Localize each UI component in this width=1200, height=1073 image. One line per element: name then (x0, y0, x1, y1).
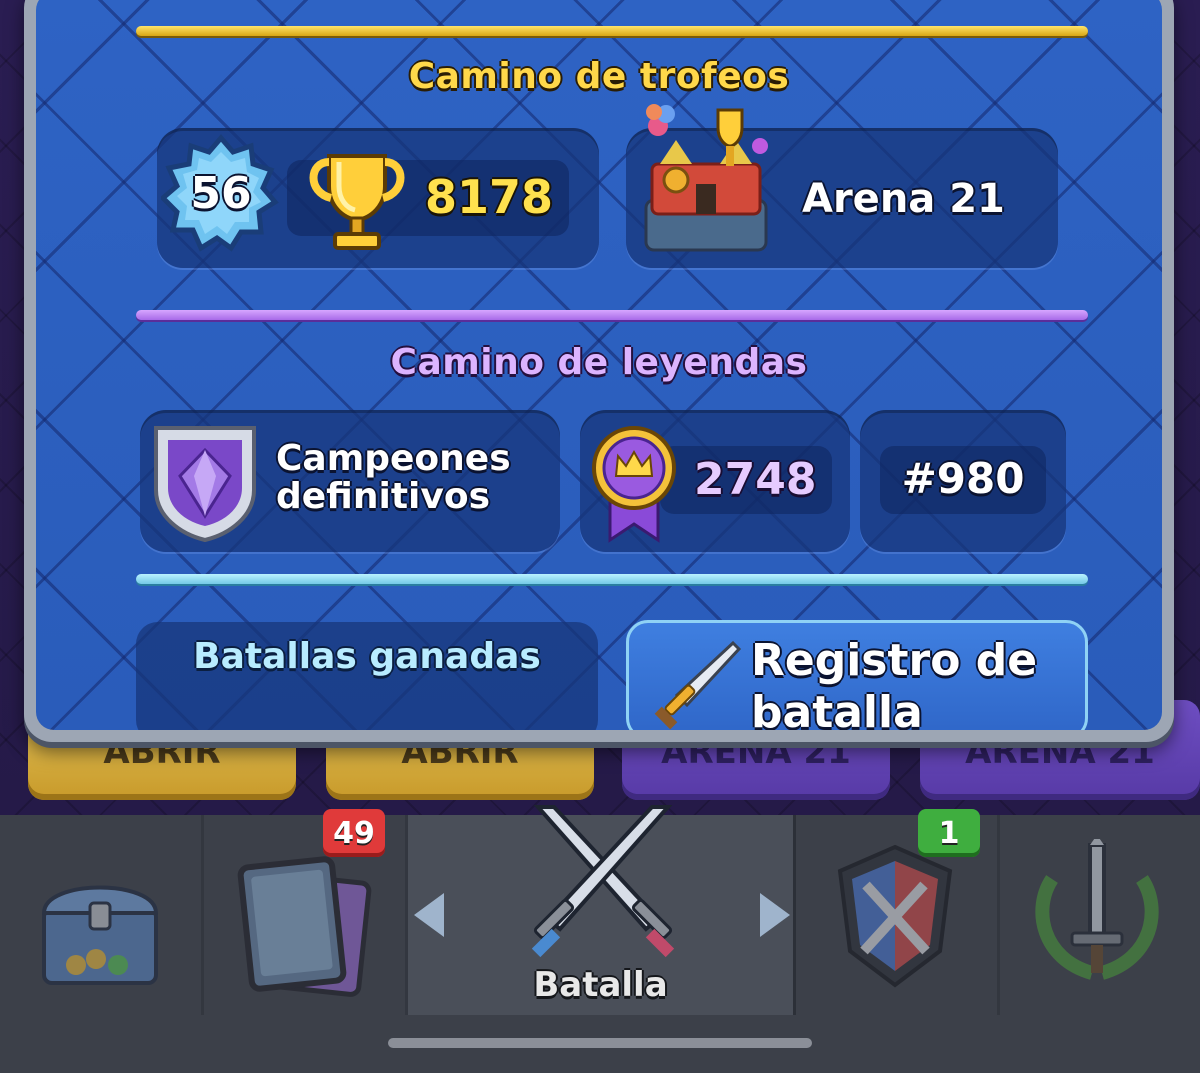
trophy-road-title: Camino de trofeos (408, 56, 790, 97)
battle-log-button[interactable]: Registro de batalla (626, 620, 1088, 730)
arena-icon (644, 104, 768, 252)
nav-events[interactable] (1000, 815, 1200, 1015)
trophy-icon (309, 154, 405, 250)
trophy-count: 8178 (425, 170, 554, 224)
legends-road-title: Camino de leyendas (390, 342, 808, 383)
clan-badge: 1 (918, 809, 980, 857)
nav-prev-icon[interactable] (414, 893, 444, 937)
battles-won-label: Batallas ganadas (193, 636, 541, 677)
profile-panel: Camino de trofeos 56 8178 Arena 21 Camin… (24, 0, 1174, 742)
league-shield-icon (154, 426, 256, 543)
rating-value: 2748 (694, 454, 817, 505)
medal-crown-icon (592, 426, 676, 543)
profile-panel-body: Camino de trofeos 56 8178 Arena 21 Camin… (36, 0, 1162, 730)
arena-card[interactable]: Arena 21 (626, 104, 1058, 268)
cards-icon (237, 856, 372, 997)
stats-divider (136, 574, 1088, 584)
cards-badge: 49 (323, 809, 385, 857)
nav-battle[interactable]: Batalla (408, 805, 796, 1015)
league-card[interactable]: Campeones definitivos (140, 410, 560, 552)
nav-shop[interactable] (0, 815, 204, 1015)
league-name: Campeones definitivos (276, 440, 511, 516)
laurel-sword-icon (1035, 839, 1159, 980)
clan-shield-icon (837, 844, 953, 988)
rank-card[interactable]: #980 (860, 410, 1066, 552)
league-name-line1: Campeones (276, 438, 511, 479)
nav-battle-label: Batalla (533, 965, 668, 1005)
bottom-nav: 49 Batalla 1 (0, 805, 1200, 1073)
player-level: 56 (190, 168, 252, 219)
battle-log-label: Registro de batalla (751, 635, 1038, 730)
chest-icon (41, 885, 159, 985)
trophy-card[interactable]: 56 8178 (157, 128, 599, 268)
arena-name: Arena 21 (802, 176, 1005, 222)
league-name-line2: definitivos (276, 476, 491, 517)
global-rank: #980 (901, 454, 1025, 503)
home-indicator[interactable] (388, 1038, 812, 1048)
rating-card[interactable]: 2748 (580, 410, 850, 552)
nav-next-icon[interactable] (760, 893, 790, 937)
trophy-road-divider (136, 26, 1088, 36)
crossed-swords-icon (531, 805, 675, 958)
battles-won-box: Batallas ganadas (136, 622, 598, 730)
legends-road-divider (136, 310, 1088, 320)
sword-icon (654, 640, 742, 730)
